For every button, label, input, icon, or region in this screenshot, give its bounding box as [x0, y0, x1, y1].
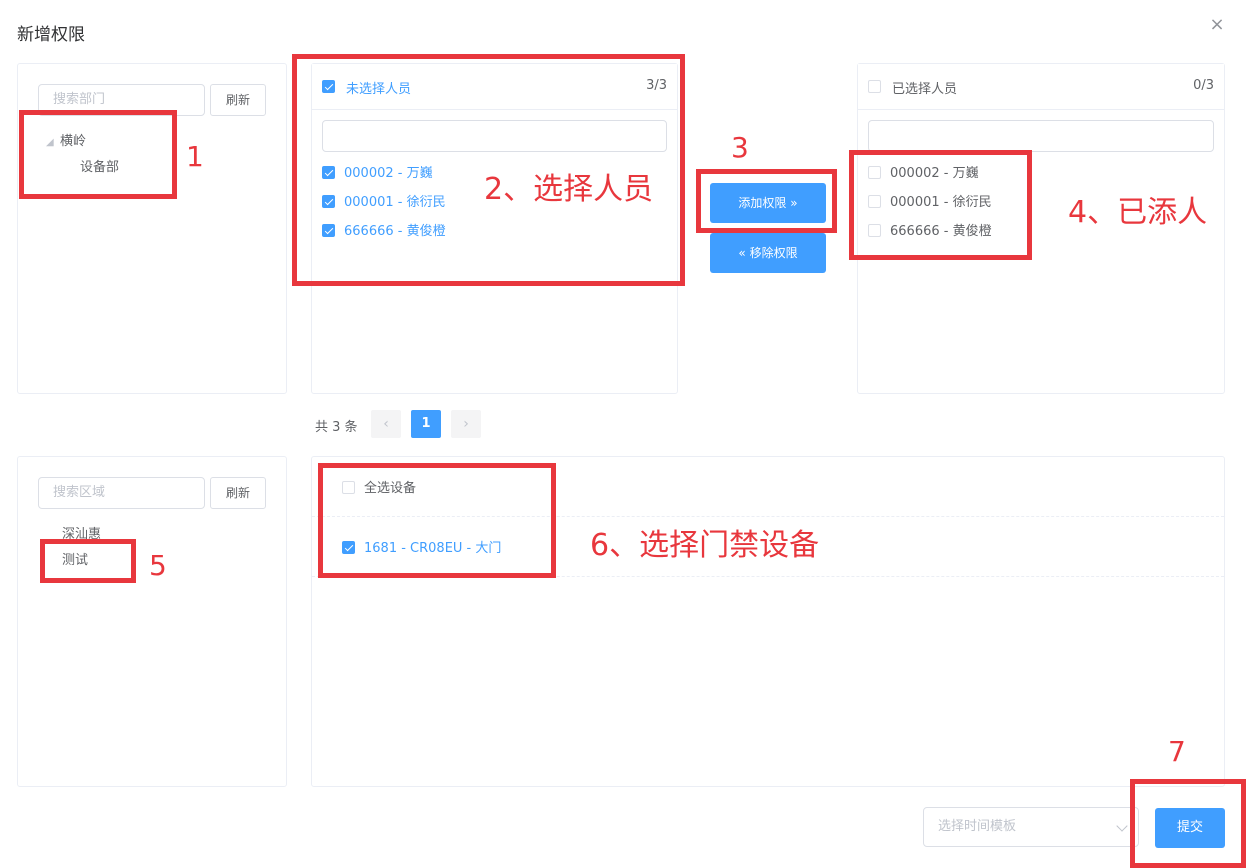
- selected-select-all-checkbox[interactable]: [868, 80, 881, 93]
- selected-title: 已选择人员: [892, 82, 958, 97]
- pagination-total: 共 3 条: [315, 420, 358, 435]
- area-search-input[interactable]: 搜索区域: [38, 477, 205, 509]
- selected-header: 已选择人员 0/3: [858, 64, 1224, 110]
- annotation-box-3: [696, 169, 837, 233]
- annotation-label-5: 5: [149, 549, 167, 582]
- annotation-label-1: 1: [186, 140, 204, 173]
- annotation-label-4: 4、已添人: [1068, 195, 1208, 230]
- time-template-select[interactable]: 选择时间模板: [923, 807, 1139, 847]
- prev-page-button[interactable]: ‹: [371, 410, 401, 438]
- remove-permission-button[interactable]: « 移除权限: [710, 233, 826, 273]
- area-refresh-button[interactable]: 刷新: [210, 477, 266, 509]
- annotation-label-2: 2、选择人员: [484, 172, 654, 207]
- page-number-button[interactable]: 1: [411, 410, 441, 438]
- dialog-title: 新增权限: [17, 25, 85, 45]
- annotation-box-7: [1130, 779, 1246, 868]
- selected-filter-input[interactable]: [868, 120, 1214, 152]
- department-refresh-button[interactable]: 刷新: [210, 84, 266, 116]
- selected-count: 0/3: [1193, 78, 1214, 93]
- close-icon[interactable]: ×: [1209, 16, 1225, 34]
- annotation-box-5: [40, 539, 136, 583]
- chevron-down-icon[interactable]: [1116, 820, 1128, 832]
- annotation-label-3: 3: [731, 131, 749, 164]
- time-template-placeholder: 选择时间模板: [938, 819, 1017, 834]
- annotation-box-4: [849, 150, 1032, 260]
- next-page-button[interactable]: ›: [451, 410, 481, 438]
- annotation-box-1: [19, 110, 177, 199]
- annotation-label-6: 6、选择门禁设备: [590, 528, 820, 563]
- annotation-box-6: [318, 463, 556, 578]
- annotation-label-7: 7: [1168, 735, 1186, 768]
